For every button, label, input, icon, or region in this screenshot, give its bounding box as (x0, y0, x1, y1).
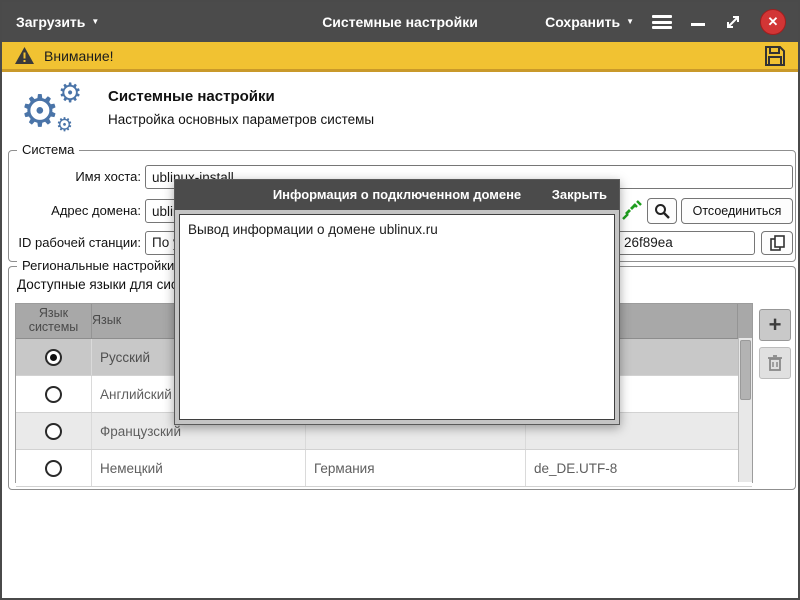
menu-icon[interactable] (652, 15, 672, 29)
modal-close-button[interactable]: Закрыть (552, 187, 607, 202)
modal-body: Вывод информации о домене ublinux.ru (179, 214, 615, 420)
system-legend: Система (17, 142, 79, 157)
workstation-id-suffix: 26f89ea (624, 235, 673, 250)
trash-icon (767, 354, 783, 372)
modal-body-text: Вывод информации о домене ublinux.ru (180, 215, 614, 244)
save-label: Сохранить (545, 14, 620, 30)
resize-arrows-icon (724, 13, 742, 31)
system-settings-window: Загрузить ▼ Системные настройки Сохранит… (0, 0, 800, 600)
modal-titlebar: Информация о подключенном домене Закрыть (175, 180, 619, 210)
domain-label: Адрес домена: (11, 203, 141, 218)
table-row[interactable]: Немецкий Германия de_DE.UTF-8 (16, 450, 752, 487)
cell-language: Немецкий (92, 450, 306, 486)
page-title: Системные настройки (108, 88, 275, 105)
gears-icon: ⚙ (58, 80, 82, 107)
chevron-down-icon: ▼ (626, 18, 634, 26)
maximize-button[interactable] (724, 13, 742, 31)
gears-icon: ⚙ (56, 116, 73, 135)
chevron-down-icon: ▼ (91, 18, 99, 26)
regional-legend: Региональные настройки (17, 258, 179, 273)
save-dropdown-button[interactable]: Сохранить ▼ (545, 14, 634, 30)
titlebar-actions: Сохранить ▼ ✕ (545, 9, 786, 35)
page-header: ⚙ ⚙ ⚙ Системные настройки Настройка осно… (12, 82, 772, 144)
hostname-label: Имя хоста: (11, 169, 141, 184)
domain-info-modal: Информация о подключенном домене Закрыть… (174, 179, 620, 425)
plug-connected-icon (619, 199, 643, 223)
close-button[interactable]: ✕ (760, 9, 786, 35)
cell-locale: de_DE.UTF-8 (526, 450, 738, 486)
disconnect-label: Отсоединиться (693, 204, 782, 218)
gears-icon: ⚙ (20, 90, 59, 134)
cell-country: Германия (306, 450, 526, 486)
add-language-button[interactable]: + (759, 309, 791, 341)
radio-unselected[interactable] (45, 460, 62, 477)
disconnect-button[interactable]: Отсоединиться (681, 198, 793, 224)
radio-selected[interactable] (45, 349, 62, 366)
delete-language-button[interactable] (759, 347, 791, 379)
plus-icon: + (769, 312, 782, 338)
page-subtitle: Настройка основных параметров системы (108, 112, 374, 127)
warning-icon (14, 46, 35, 65)
close-x-icon: ✕ (768, 14, 779, 30)
radio-unselected[interactable] (45, 386, 62, 403)
warning-bar: Внимание! (2, 42, 798, 72)
radio-unselected[interactable] (45, 423, 62, 440)
copy-id-button[interactable] (761, 231, 793, 255)
scrollbar-thumb[interactable] (740, 340, 751, 400)
save-icon[interactable] (764, 45, 786, 67)
window-titlebar: Загрузить ▼ Системные настройки Сохранит… (2, 2, 798, 42)
minimize-button[interactable] (690, 14, 706, 30)
search-domain-button[interactable] (647, 198, 677, 224)
load-dropdown-button[interactable]: Загрузить ▼ (16, 14, 99, 30)
load-label: Загрузить (16, 14, 85, 30)
table-scrollbar[interactable] (738, 338, 752, 482)
search-icon (654, 203, 670, 219)
warning-text: Внимание! (44, 48, 114, 64)
workstation-id-label: ID рабочей станции: (11, 235, 141, 250)
header-system-language: Язык системы (16, 304, 92, 338)
copy-icon (770, 235, 785, 251)
